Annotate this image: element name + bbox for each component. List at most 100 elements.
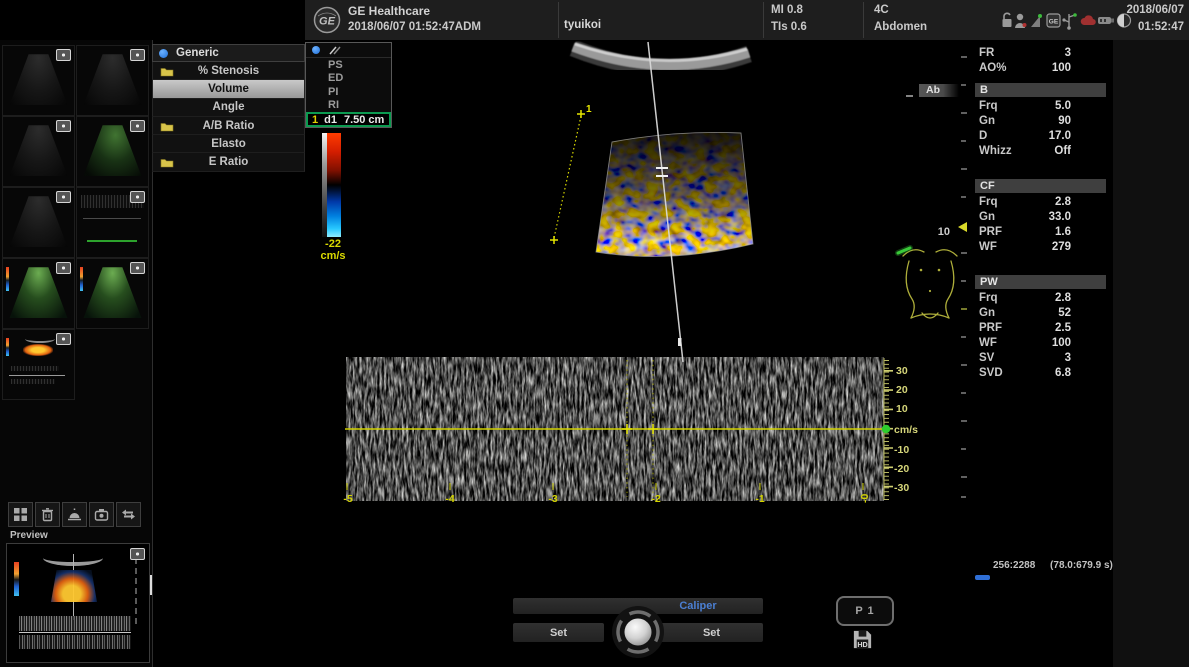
cine-progress-bar[interactable] [975, 575, 990, 580]
probe-name[interactable]: 4C [874, 4, 889, 16]
delete-button[interactable] [35, 502, 60, 527]
cine-duration: (78.0:679.9 s) [1050, 560, 1113, 571]
thumbnail-image[interactable] [76, 45, 149, 116]
image-type-icon [130, 120, 145, 132]
param-value: 279 [1052, 241, 1071, 253]
section-cf-header: CF [975, 179, 1106, 193]
param-label: Frq [979, 196, 998, 208]
thumbnail-image[interactable] [2, 45, 75, 116]
popup-item-ri[interactable]: RI [306, 99, 391, 113]
caliper-d1[interactable]: 1 [550, 104, 592, 244]
thumbnail-image[interactable] [76, 258, 149, 329]
parameter-panel: FR3 AO%100 B Frq5.0 Gn90 D17.0 WhizzOff … [975, 44, 1110, 379]
velocity-axis: 30 20 10 cm/s -10 -20 -30 [882, 358, 918, 500]
dome-button[interactable] [62, 502, 87, 527]
section-b-header: B [975, 83, 1106, 97]
param-value: 5.0 [1055, 100, 1071, 112]
measurement-menu-header[interactable]: Generic [152, 44, 305, 62]
preset-name: Abdomen [874, 21, 927, 33]
menu-item-volume[interactable]: Volume [152, 80, 305, 98]
popup-header[interactable] [306, 43, 391, 58]
svg-text:GE: GE [1049, 19, 1059, 26]
thumbnail-image[interactable] [2, 258, 75, 329]
probe-arc [573, 44, 749, 68]
dome-icon [66, 506, 83, 523]
svg-text:-2: -2 [651, 493, 660, 505]
measurement-popup: PS ED PI RI 1 d1 7.50 cm [305, 42, 392, 128]
param-value: 2.8 [1055, 196, 1071, 208]
svg-text:-5: -5 [343, 493, 352, 505]
tis-value: TIs 0.6 [771, 21, 807, 33]
preview-label: Preview [10, 530, 48, 541]
param-label: Frq [979, 100, 998, 112]
param-label: WF [979, 337, 997, 349]
menu-item-ab-ratio[interactable]: A/B Ratio [152, 117, 305, 135]
param-label: D [979, 130, 987, 142]
export-button[interactable] [89, 502, 114, 527]
param-label: FR [979, 47, 994, 59]
svg-text:30: 30 [896, 365, 908, 377]
svg-text:20: 20 [896, 384, 908, 396]
svg-text:10: 10 [896, 403, 908, 415]
param-value: Off [1054, 145, 1071, 157]
param-value: 90 [1058, 115, 1071, 127]
param-label: SVD [979, 367, 1003, 379]
popup-item-pi[interactable]: PI [306, 85, 391, 99]
folder-icon [160, 157, 174, 171]
body-marker [898, 248, 957, 318]
patient-name[interactable]: tyuikoi [564, 19, 601, 31]
image-type-icon [56, 120, 71, 132]
svg-text:-10: -10 [894, 444, 909, 456]
svg-text:-3: -3 [548, 493, 557, 505]
thumbnail-image[interactable] [2, 187, 75, 258]
color-flow-roi [590, 124, 760, 270]
param-value: 3 [1065, 47, 1071, 59]
set-left-key[interactable]: Set [513, 623, 604, 642]
svg-text:GE: GE [319, 16, 336, 28]
param-label: Whizz [979, 145, 1012, 157]
thumbnail-image[interactable] [2, 116, 75, 187]
menu-item-elasto[interactable]: Elasto [152, 135, 305, 153]
folder-icon [160, 66, 174, 80]
svg-text:cm/s: cm/s [894, 424, 918, 436]
param-value: 2.8 [1055, 292, 1071, 304]
param-value: 1.6 [1055, 226, 1071, 238]
p1-button[interactable]: P 1 [836, 596, 894, 626]
measurement-menu: Generic % Stenosis Volume Angle A/B Rati… [152, 44, 305, 172]
menu-item-stenosis[interactable]: % Stenosis [152, 62, 305, 80]
menu-item-angle[interactable]: Angle [152, 99, 305, 117]
trackball[interactable] [610, 604, 666, 660]
param-value: 2.5 [1055, 322, 1071, 334]
param-value: 17.0 [1049, 130, 1071, 142]
svg-text:-30: -30 [894, 482, 909, 494]
exam-datetime: 2018/06/07 01:52:47ADM [348, 21, 481, 33]
svg-text:1: 1 [586, 104, 592, 115]
mi-value: MI 0.8 [771, 4, 803, 16]
param-value: 100 [1052, 337, 1071, 349]
set-right-key[interactable]: Set [660, 623, 763, 642]
param-label: SV [979, 352, 994, 364]
ge-logo: GE [313, 6, 341, 34]
preview-panel[interactable] [6, 543, 150, 663]
image-type-icon [130, 262, 145, 274]
svg-text:-1: -1 [755, 493, 764, 505]
spectral-display [345, 357, 884, 501]
thumbnail-image[interactable] [76, 187, 149, 258]
param-label: AO% [979, 62, 1006, 74]
cloud-icon [1081, 15, 1096, 25]
layout-grid-button[interactable] [8, 502, 33, 527]
thumbnail-image[interactable] [76, 116, 149, 187]
result-index: 1 [312, 114, 318, 126]
popup-item-ps[interactable]: PS [306, 58, 391, 72]
cine-frames: 256:2288 [993, 560, 1035, 571]
menu-item-e-ratio[interactable]: E Ratio [152, 153, 305, 171]
system-date: 2018/06/07 [1108, 4, 1184, 16]
thumbnail-image[interactable] [2, 329, 75, 400]
svg-text:-0: -0 [859, 494, 871, 503]
menu-bullet-icon [312, 46, 320, 54]
baseline-marker [882, 425, 890, 433]
transfer-icon [120, 506, 137, 523]
transfer-button[interactable] [116, 502, 141, 527]
hard-key-column [1113, 40, 1189, 667]
popup-item-ed[interactable]: ED [306, 72, 391, 86]
